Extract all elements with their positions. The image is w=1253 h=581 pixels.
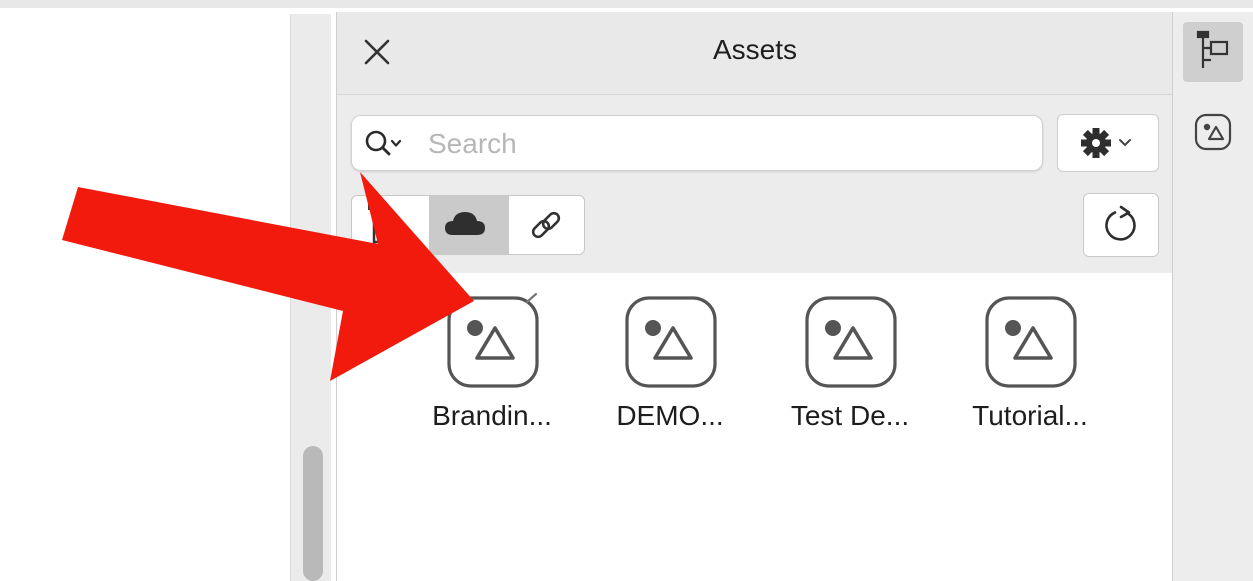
link-icon bbox=[531, 211, 561, 239]
library-tree-icon bbox=[368, 204, 382, 246]
rail-layers-tree-button[interactable] bbox=[1183, 22, 1243, 82]
settings-dropdown-button[interactable] bbox=[1057, 114, 1159, 172]
assets-icon bbox=[1194, 113, 1232, 151]
panel-title: Assets bbox=[712, 34, 798, 65]
panel-toolbar bbox=[337, 95, 1173, 273]
assets-panel: Assets Search Brandin... DEMO... Test De… bbox=[336, 12, 1173, 581]
filter-cloud-button[interactable] bbox=[429, 196, 509, 254]
panel-header: Assets bbox=[337, 12, 1173, 95]
asset-filter-segmented-control bbox=[351, 195, 585, 255]
rail-assets-button[interactable] bbox=[1183, 102, 1243, 162]
asset-label: Brandin... bbox=[432, 400, 552, 431]
asset-library-item[interactable]: DEMO... bbox=[575, 292, 745, 442]
search-icon[interactable] bbox=[364, 128, 408, 158]
asset-library-icon bbox=[447, 292, 539, 388]
asset-library-item[interactable]: Test De... bbox=[755, 292, 925, 442]
layers-tree-icon bbox=[1196, 30, 1229, 68]
right-tool-rail bbox=[1172, 12, 1253, 581]
asset-label: DEMO... bbox=[616, 400, 724, 431]
asset-library-icon bbox=[805, 296, 897, 388]
asset-library-icon bbox=[625, 296, 717, 388]
gear-icon bbox=[1081, 128, 1131, 158]
cloud-icon bbox=[445, 212, 485, 235]
filter-libraries-button[interactable] bbox=[352, 196, 428, 254]
asset-library-icon bbox=[985, 296, 1077, 388]
chevron-down-icon bbox=[1119, 139, 1131, 147]
asset-label: Tutorial... bbox=[972, 400, 1088, 431]
linked-badge-icon bbox=[525, 292, 538, 304]
scrollbar-thumb[interactable] bbox=[303, 446, 323, 581]
asset-library-item[interactable]: Tutorial... bbox=[935, 292, 1105, 442]
search-field[interactable] bbox=[351, 115, 1043, 171]
filter-linked-button[interactable] bbox=[510, 196, 584, 254]
top-border bbox=[0, 0, 1253, 8]
asset-library-grid: Brandin... DEMO... Test De... Tutorial..… bbox=[337, 292, 1173, 492]
refresh-icon bbox=[1105, 205, 1136, 241]
asset-library-item[interactable]: Brandin... bbox=[397, 292, 567, 442]
asset-label: Test De... bbox=[790, 400, 910, 431]
refresh-button[interactable] bbox=[1083, 193, 1159, 257]
search-input[interactable] bbox=[426, 125, 1020, 163]
